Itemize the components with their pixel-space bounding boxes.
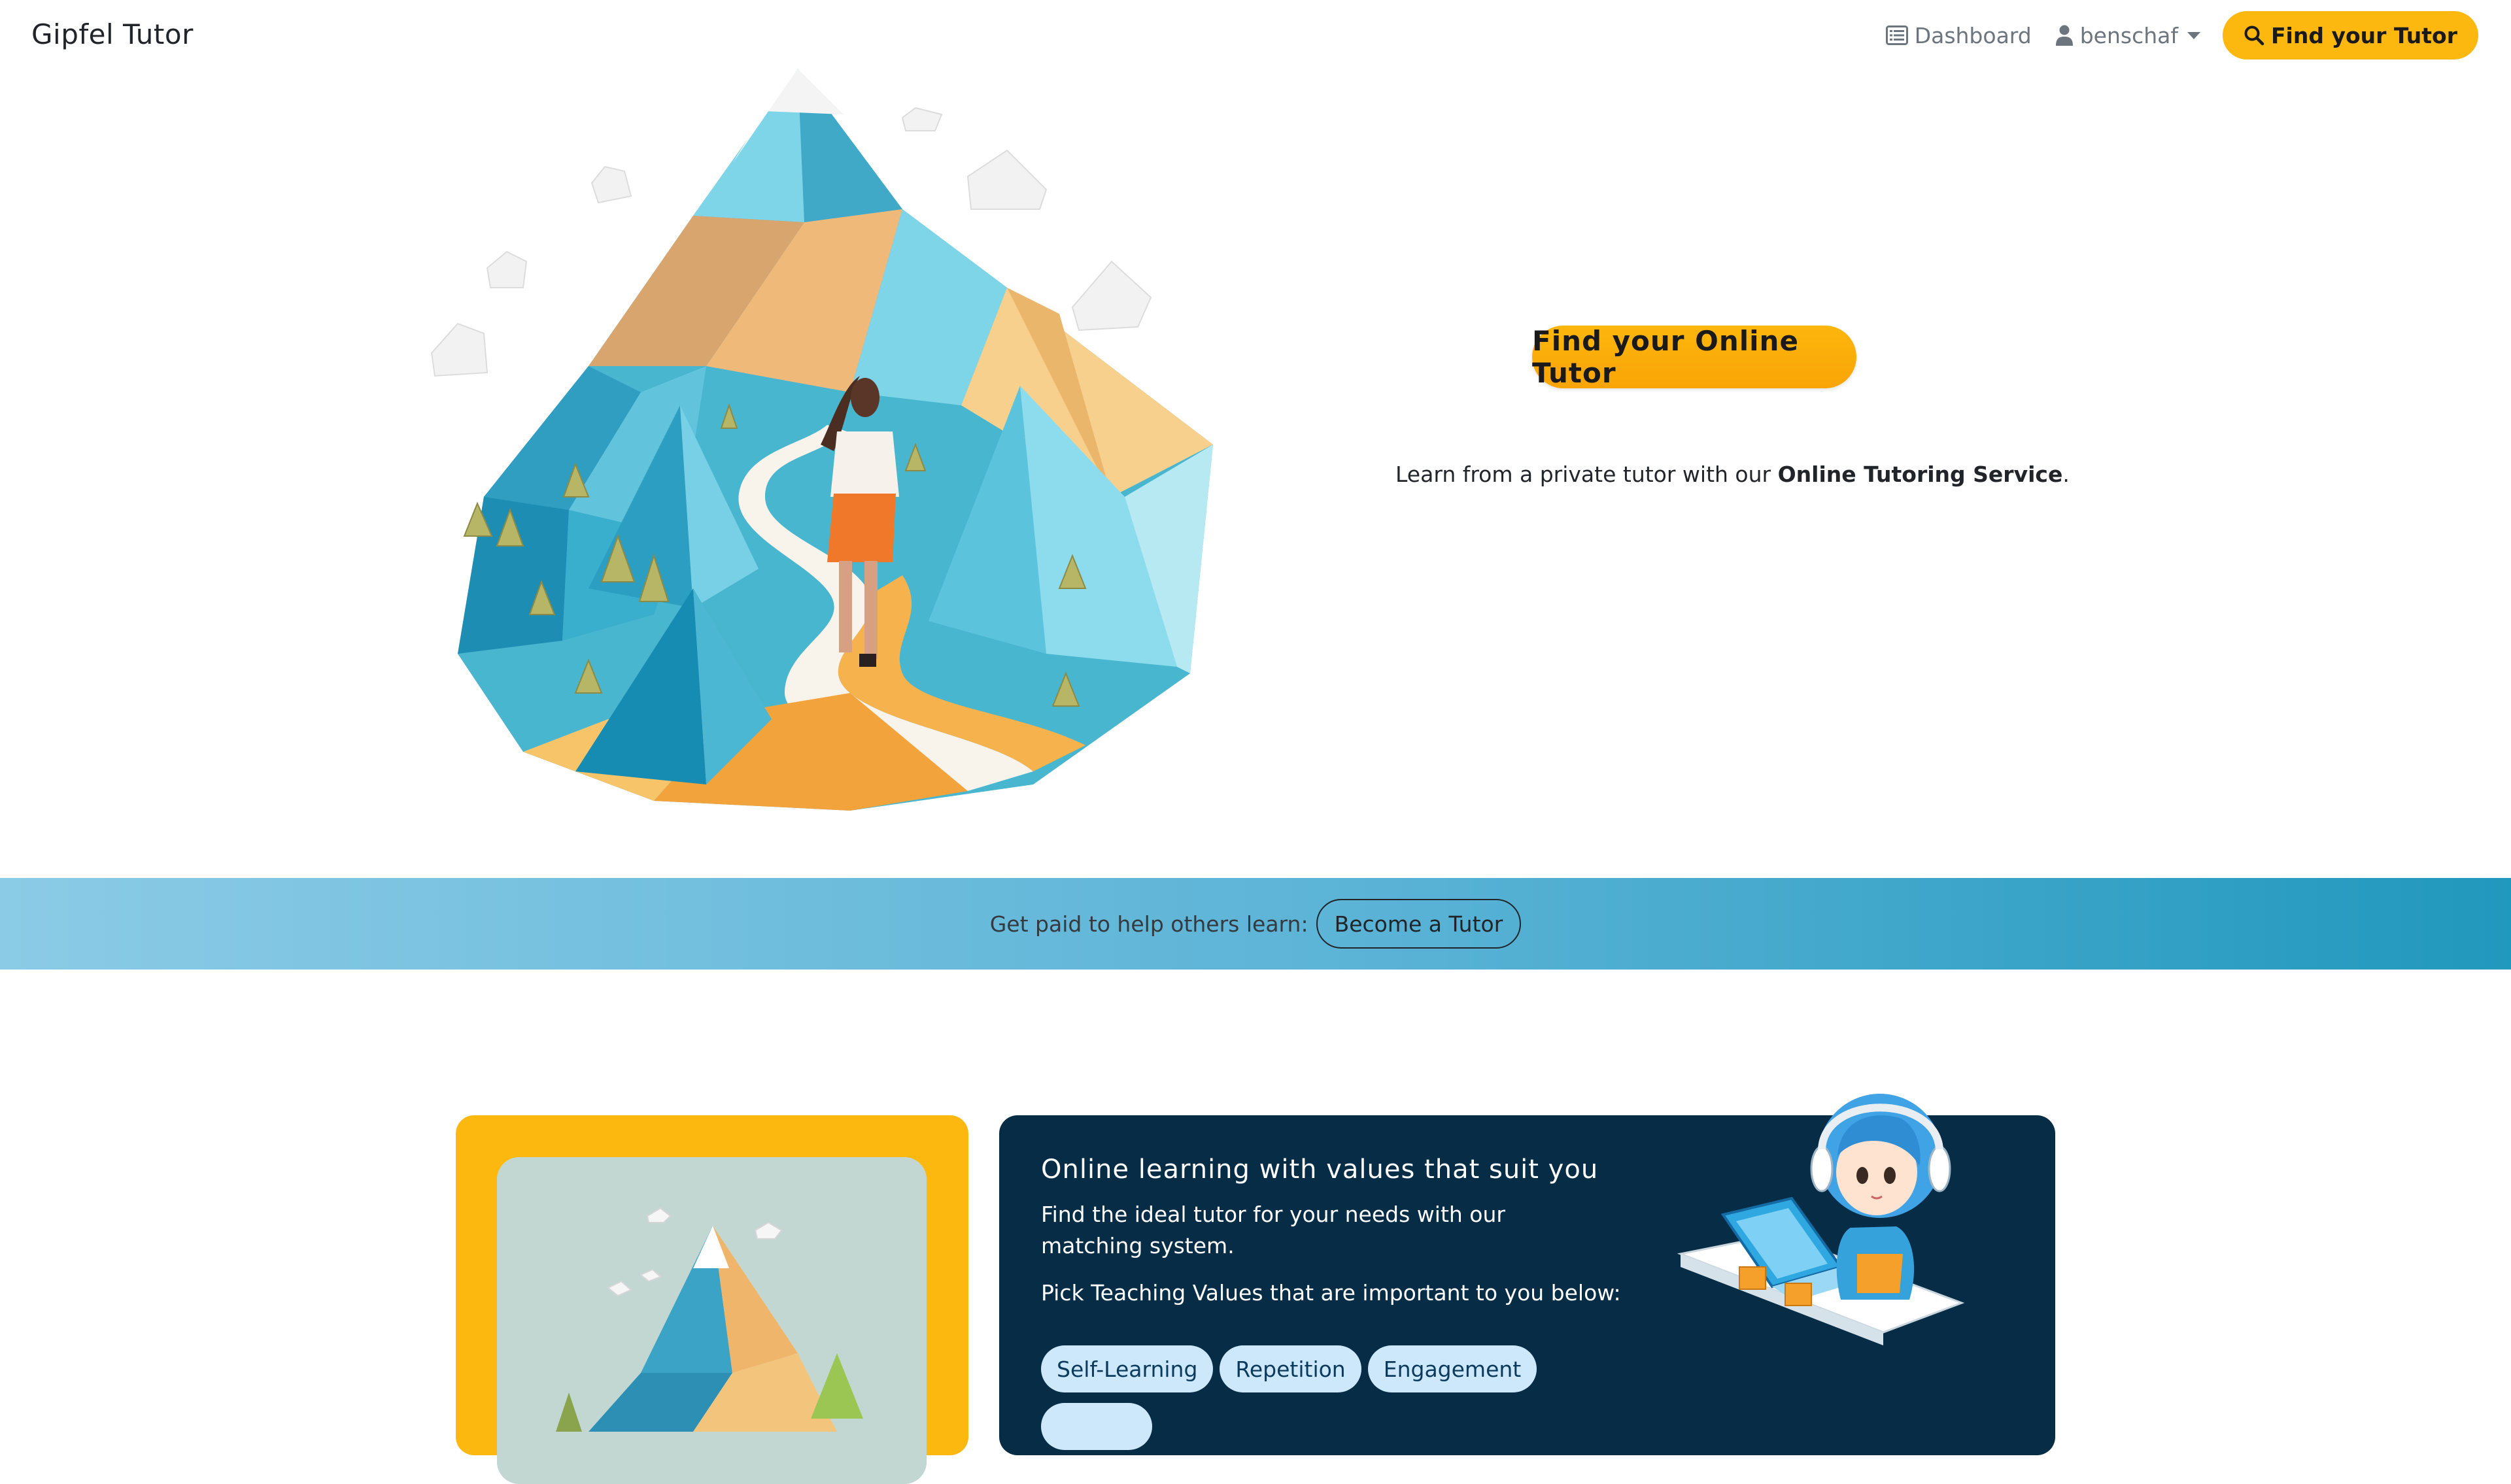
user-icon (2055, 25, 2073, 46)
nav-right: Dashboard benschaf Find your Tutor (1885, 10, 2478, 60)
mountain-thumbnail-frame (497, 1157, 927, 1484)
navbar: Gipfel Tutor Dashboard benschaf Find you… (0, 0, 2511, 72)
feature-image-card (456, 1115, 968, 1484)
user-menu-dropdown[interactable]: benschaf (2055, 23, 2200, 48)
user-label: benschaf (2079, 22, 2178, 48)
find-tutor-nav-label: Find your Tutor (2271, 22, 2457, 48)
list-alt-icon (1885, 25, 1908, 45)
values-card-description: Find the ideal tutor for your needs with… (1041, 1202, 1505, 1258)
brand-logo[interactable]: Gipfel Tutor (31, 18, 194, 50)
banner-text: Get paid to help others learn: (989, 911, 1308, 937)
become-tutor-banner: Get paid to help others learn: Become a … (0, 878, 2511, 970)
dashboard-link[interactable]: Dashboard (1885, 22, 2032, 48)
value-pill-repetition[interactable]: Repetition (1220, 1345, 1361, 1392)
value-pill-engagement[interactable]: Engagement (1367, 1345, 1537, 1392)
value-pill-self-learning[interactable]: Self-Learning (1041, 1345, 1214, 1392)
mountain-hero-illustration (430, 69, 1213, 811)
hero-subtitle-suffix: . (2062, 462, 2070, 487)
values-card-instruction: Pick Teaching Values that are important … (1041, 1280, 1621, 1306)
hero-subtitle: Learn from a private tutor with our Onli… (1395, 462, 2070, 487)
hero-subtitle-prefix: Learn from a private tutor with our (1395, 462, 1778, 487)
find-tutor-nav-button[interactable]: Find your Tutor (2223, 11, 2478, 59)
hero-subtitle-bold: Online Tutoring Service (1777, 462, 2063, 487)
dashboard-label: Dashboard (1914, 22, 2032, 48)
student-with-laptop-illustration (1677, 1094, 1965, 1345)
chevron-down-icon (2187, 31, 2200, 39)
mountain-thumbnail-illustration (497, 1157, 927, 1484)
teaching-values-pills: Self-Learning Repetition Engagement (1041, 1345, 1543, 1392)
value-pill-partial[interactable] (1041, 1403, 1152, 1450)
find-online-tutor-button[interactable]: Find your Online Tutor (1532, 325, 1856, 389)
values-card-title: Online learning with values that suit yo… (1041, 1155, 1599, 1185)
become-tutor-button[interactable]: Become a Tutor (1316, 899, 1522, 949)
search-icon (2244, 25, 2264, 46)
